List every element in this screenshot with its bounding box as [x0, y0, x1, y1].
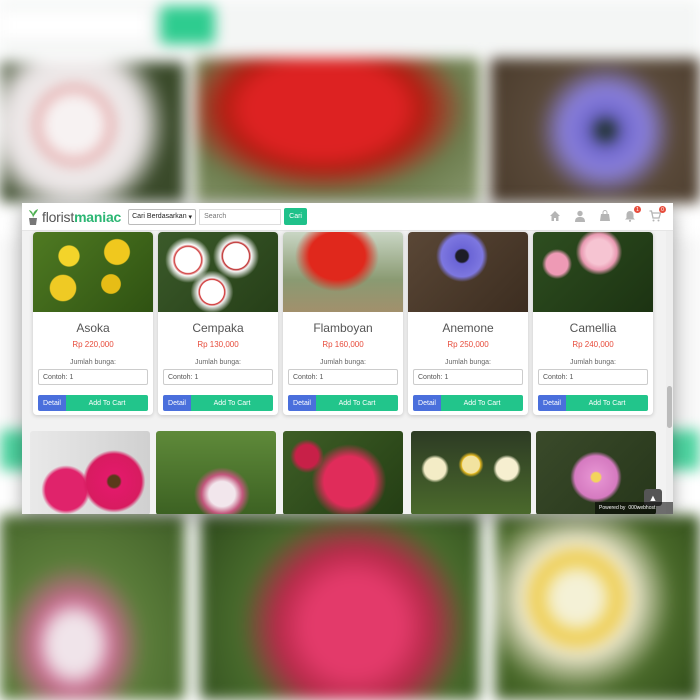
home-icon[interactable] — [549, 209, 561, 221]
bg-search-box — [0, 8, 150, 42]
product-image-flamboyan[interactable] — [283, 232, 403, 312]
product-image-gerbera[interactable] — [30, 431, 150, 514]
logo-text-accent: maniac — [74, 208, 122, 225]
powered-by-label: Powered by — [599, 505, 626, 511]
card-actions: Detail Add To Cart — [38, 395, 148, 411]
add-to-cart-button[interactable]: Add To Cart — [566, 395, 648, 411]
detail-button[interactable]: Detail — [538, 395, 566, 411]
product-image-asoka[interactable] — [33, 232, 153, 312]
quantity-placeholder: Contoh: 1 — [543, 373, 574, 381]
quantity-placeholder: Contoh: 1 — [418, 373, 449, 381]
quantity-label: Jumlah bunga: — [445, 359, 491, 366]
nav-icons: 1 0 — [549, 206, 666, 222]
product-card: Camellia Rp 240,000 Jumlah bunga: Contoh… — [533, 232, 653, 415]
product-price: Rp 250,000 — [447, 340, 489, 349]
add-to-cart-button[interactable]: Add To Cart — [191, 395, 273, 411]
product-image-camellia[interactable] — [533, 232, 653, 312]
product-card: Asoka Rp 220,000 Jumlah bunga: Contoh: 1… — [33, 232, 153, 415]
flower-pot-icon — [27, 208, 39, 226]
detail-button[interactable]: Detail — [38, 395, 66, 411]
product-image-daffodil[interactable] — [411, 431, 531, 514]
product-image-cempaka[interactable] — [158, 232, 278, 312]
product-name: Asoka — [76, 321, 110, 335]
card-actions: Detail Add To Cart — [288, 395, 398, 411]
product-card: Anemone Rp 250,000 Jumlah bunga: Contoh:… — [408, 232, 528, 415]
quantity-placeholder: Contoh: 1 — [43, 373, 74, 381]
scrollbar[interactable] — [666, 231, 673, 514]
product-price: Rp 240,000 — [572, 340, 614, 349]
browser-window: floristmaniac Cari Berdasarkan ▾ Search … — [22, 203, 673, 514]
add-to-cart-button[interactable]: Add To Cart — [316, 395, 398, 411]
product-name: Cempaka — [192, 321, 244, 335]
product-image-anemone[interactable] — [408, 232, 528, 312]
bg-image-daffodil — [495, 515, 700, 700]
bag-icon[interactable] — [599, 209, 611, 221]
card-actions: Detail Add To Cart — [538, 395, 648, 411]
quantity-label: Jumlah bunga: — [70, 359, 116, 366]
scrollbar-thumb[interactable] — [667, 386, 672, 428]
product-price: Rp 160,000 — [322, 340, 364, 349]
detail-button[interactable]: Detail — [413, 395, 441, 411]
search-placeholder: Search — [204, 213, 227, 220]
product-name: Anemone — [442, 321, 494, 335]
host-name: 000webhost — [628, 505, 656, 511]
category-select[interactable]: Cari Berdasarkan ▾ — [128, 208, 197, 225]
quantity-input[interactable]: Contoh: 1 — [538, 369, 648, 385]
search-button[interactable]: Cari — [284, 208, 308, 225]
detail-button[interactable]: Detail — [163, 395, 191, 411]
logo-text: floristmaniac — [42, 209, 121, 225]
quantity-input[interactable]: Contoh: 1 — [163, 369, 273, 385]
bg-search-button — [160, 6, 215, 44]
product-name: Flamboyan — [313, 321, 373, 335]
caret-down-icon: ▾ — [188, 213, 193, 221]
logo-text-plain: florist — [42, 208, 75, 225]
logo[interactable]: floristmaniac — [27, 208, 121, 226]
quantity-label: Jumlah bunga: — [570, 359, 616, 366]
cart-badge: 0 — [659, 206, 666, 213]
product-image-pink-shrub[interactable] — [283, 431, 403, 514]
quantity-input[interactable]: Contoh: 1 — [38, 369, 148, 385]
notification-badge: 1 — [634, 206, 641, 213]
quantity-input[interactable]: Contoh: 1 — [288, 369, 398, 385]
quantity-input[interactable]: Contoh: 1 — [413, 369, 523, 385]
product-name: Camellia — [569, 321, 617, 335]
bg-image-protea — [0, 515, 185, 700]
product-image-protea[interactable] — [156, 431, 276, 514]
bell-icon[interactable]: 1 — [624, 206, 641, 222]
quantity-label: Jumlah bunga: — [320, 359, 366, 366]
add-to-cart-button[interactable]: Add To Cart — [66, 395, 148, 411]
user-icon[interactable] — [574, 209, 586, 222]
quantity-placeholder: Contoh: 1 — [168, 373, 199, 381]
bg-image-flamboyan — [195, 58, 480, 203]
product-price: Rp 130,000 — [197, 340, 239, 349]
category-select-label: Cari Berdasarkan — [132, 213, 187, 220]
add-to-cart-button[interactable]: Add To Cart — [441, 395, 523, 411]
product-card: Cempaka Rp 130,000 Jumlah bunga: Contoh:… — [158, 232, 278, 415]
quantity-placeholder: Contoh: 1 — [293, 373, 324, 381]
product-card: Flamboyan Rp 160,000 Jumlah bunga: Conto… — [283, 232, 403, 415]
powered-by-badge[interactable]: Powered by 000webhost — [595, 502, 673, 514]
detail-button[interactable]: Detail — [288, 395, 316, 411]
cart-icon[interactable]: 0 — [649, 206, 666, 222]
quantity-label: Jumlah bunga: — [195, 359, 241, 366]
bg-image-pink-shrub — [200, 515, 480, 700]
card-actions: Detail Add To Cart — [413, 395, 523, 411]
search-input[interactable]: Search — [199, 208, 282, 225]
card-actions: Detail Add To Cart — [163, 395, 273, 411]
bg-image-anemone — [490, 58, 700, 203]
navbar: floristmaniac Cari Berdasarkan ▾ Search … — [22, 203, 673, 231]
product-price: Rp 220,000 — [72, 340, 114, 349]
bg-image-orchid — [0, 62, 185, 202]
